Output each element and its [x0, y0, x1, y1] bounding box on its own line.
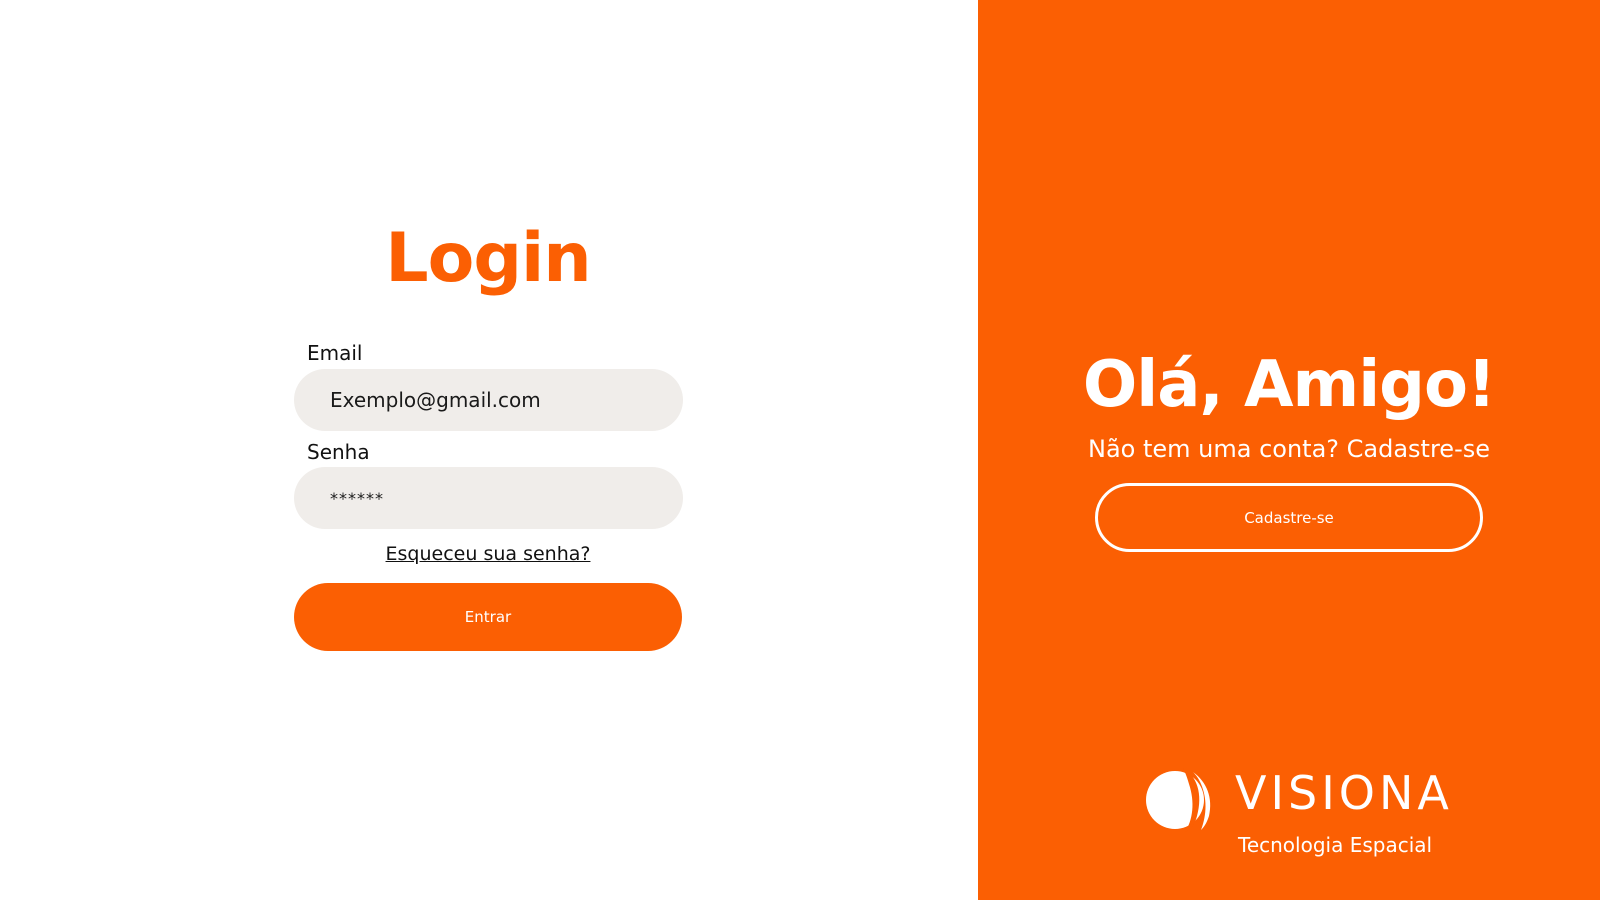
email-input[interactable]: [294, 369, 683, 431]
greeting-title: Olá, Amigo!: [1082, 348, 1496, 422]
password-input[interactable]: [294, 467, 683, 529]
visiona-logo-icon: [1146, 768, 1211, 832]
login-title: Login: [385, 219, 591, 298]
signup-button[interactable]: Cadastre-se: [1095, 483, 1483, 552]
signup-prompt: Não tem uma conta? Cadastre-se: [1087, 435, 1490, 463]
brand-name: VISIONA: [1235, 766, 1453, 820]
login-panel: Login Email Senha Esqueceu sua senha? En…: [0, 0, 978, 900]
brand-tagline: Tecnologia Espacial: [1238, 833, 1433, 857]
password-label: Senha: [307, 440, 370, 464]
email-label: Email: [307, 341, 363, 365]
forgot-password-link[interactable]: Esqueceu sua senha?: [288, 543, 688, 565]
brand-logo: VISIONA Tecnologia Espacial: [1145, 762, 1449, 862]
login-button[interactable]: Entrar: [294, 583, 682, 651]
